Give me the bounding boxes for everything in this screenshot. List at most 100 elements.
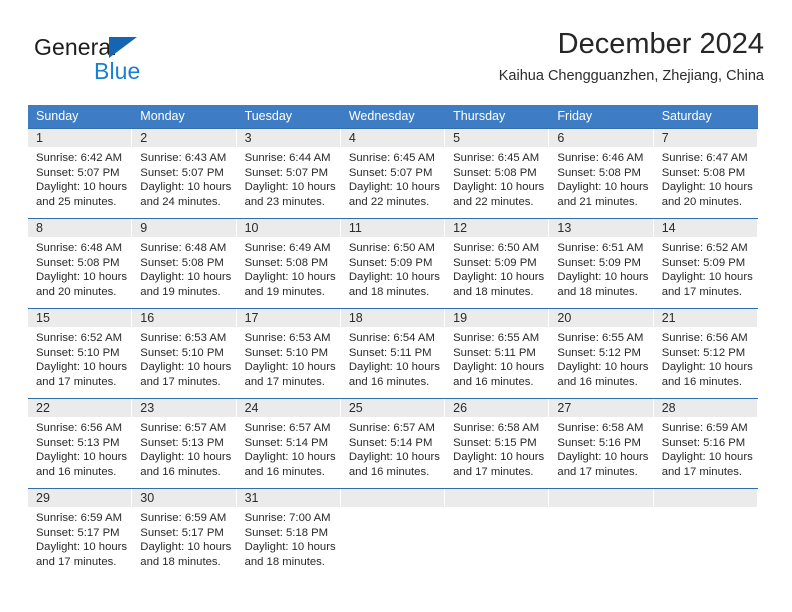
daylight-text-line2: and 25 minutes. xyxy=(36,195,117,208)
day-number: 28 xyxy=(653,399,758,417)
weekday-header-sunday: Sunday xyxy=(28,105,133,129)
day-cell[interactable]: 14 Sunrise: 6:52 AM Sunset: 5:09 PM Dayl… xyxy=(653,218,758,309)
day-cell[interactable]: 30 Sunrise: 6:59 AM Sunset: 5:17 PM Dayl… xyxy=(132,488,237,579)
day-cell[interactable]: 11 Sunrise: 6:50 AM Sunset: 5:09 PM Dayl… xyxy=(340,218,446,309)
sunrise-text: Sunrise: 6:46 AM xyxy=(557,152,644,164)
calendar-page: General Blue December 2024 Kaihua Chengg… xyxy=(0,0,792,612)
sunrise-text: Sunrise: 6:49 AM xyxy=(244,242,331,254)
day-cell[interactable]: 19 Sunrise: 6:55 AM Sunset: 5:11 PM Dayl… xyxy=(445,308,550,399)
day-number: 24 xyxy=(236,399,341,417)
sunset-text: Sunset: 5:13 PM xyxy=(36,436,120,449)
daylight-text-line1: Daylight: 10 hours xyxy=(557,271,649,284)
day-cell[interactable]: 6 Sunrise: 6:46 AM Sunset: 5:08 PM Dayli… xyxy=(549,128,654,219)
day-cell[interactable]: 31 Sunrise: 7:00 AM Sunset: 5:18 PM Dayl… xyxy=(236,488,341,579)
day-cell[interactable]: 23 Sunrise: 6:57 AM Sunset: 5:13 PM Dayl… xyxy=(132,398,237,489)
daylight-text-line2: and 22 minutes. xyxy=(348,195,430,208)
day-number: 21 xyxy=(653,309,758,327)
day-details: Sunrise: 6:57 AM Sunset: 5:13 PM Dayligh… xyxy=(132,417,236,479)
day-cell[interactable]: 8 Sunrise: 6:48 AM Sunset: 5:08 PM Dayli… xyxy=(28,218,133,309)
daylight-text-line2: and 17 minutes. xyxy=(661,465,743,478)
sunrise-text: Sunrise: 6:43 AM xyxy=(140,152,227,164)
daylight-text-line2: and 17 minutes. xyxy=(36,555,117,568)
day-cell[interactable]: 12 Sunrise: 6:50 AM Sunset: 5:09 PM Dayl… xyxy=(445,218,550,309)
sunset-text: Sunset: 5:15 PM xyxy=(453,436,537,449)
day-cell[interactable]: 22 Sunrise: 6:56 AM Sunset: 5:13 PM Dayl… xyxy=(28,398,133,489)
weekday-header-thursday: Thursday xyxy=(445,105,550,129)
day-number: 31 xyxy=(236,489,341,507)
day-number: 6 xyxy=(549,129,654,147)
day-number: 30 xyxy=(132,489,237,507)
daylight-text-line1: Daylight: 10 hours xyxy=(453,271,545,284)
day-cell[interactable]: 21 Sunrise: 6:56 AM Sunset: 5:12 PM Dayl… xyxy=(653,308,758,399)
day-cell[interactable]: 7 Sunrise: 6:47 AM Sunset: 5:08 PM Dayli… xyxy=(653,128,758,219)
weekday-header-tuesday: Tuesday xyxy=(236,105,341,129)
sunrise-text: Sunrise: 6:58 AM xyxy=(557,422,644,434)
sunrise-text: Sunrise: 6:52 AM xyxy=(36,332,123,344)
daylight-text-line2: and 16 minutes. xyxy=(348,465,430,478)
day-details: Sunrise: 6:52 AM Sunset: 5:09 PM Dayligh… xyxy=(654,237,758,299)
sunrise-text: Sunrise: 6:53 AM xyxy=(244,332,331,344)
day-cell[interactable]: 17 Sunrise: 6:53 AM Sunset: 5:10 PM Dayl… xyxy=(236,308,341,399)
daylight-text-line2: and 17 minutes. xyxy=(36,375,117,388)
calendar-body: 1 Sunrise: 6:42 AM Sunset: 5:07 PM Dayli… xyxy=(28,128,758,579)
generalblue-logo[interactable]: General Blue xyxy=(34,34,234,90)
day-cell[interactable]: 29 Sunrise: 6:59 AM Sunset: 5:17 PM Dayl… xyxy=(28,488,133,579)
sunset-text: Sunset: 5:17 PM xyxy=(36,526,120,539)
daylight-text-line2: and 16 minutes. xyxy=(244,465,325,478)
day-cell[interactable]: 13 Sunrise: 6:51 AM Sunset: 5:09 PM Dayl… xyxy=(549,218,654,309)
sunset-text: Sunset: 5:07 PM xyxy=(36,166,120,179)
sunset-text: Sunset: 5:12 PM xyxy=(557,346,641,359)
day-details: Sunrise: 6:47 AM Sunset: 5:08 PM Dayligh… xyxy=(654,147,758,209)
day-details: Sunrise: 6:48 AM Sunset: 5:08 PM Dayligh… xyxy=(132,237,236,299)
daylight-text-line1: Daylight: 10 hours xyxy=(36,451,128,464)
day-cell[interactable]: 5 Sunrise: 6:45 AM Sunset: 5:08 PM Dayli… xyxy=(445,128,550,219)
page-header: General Blue December 2024 Kaihua Chengg… xyxy=(28,26,764,98)
day-number: 15 xyxy=(28,309,133,327)
day-details: Sunrise: 6:46 AM Sunset: 5:08 PM Dayligh… xyxy=(549,147,653,209)
day-cell[interactable]: 20 Sunrise: 6:55 AM Sunset: 5:12 PM Dayl… xyxy=(549,308,654,399)
sunrise-text: Sunrise: 6:42 AM xyxy=(36,152,123,164)
day-details: Sunrise: 6:57 AM Sunset: 5:14 PM Dayligh… xyxy=(341,417,445,479)
daylight-text-line2: and 16 minutes. xyxy=(557,375,638,388)
day-cell[interactable]: 16 Sunrise: 6:53 AM Sunset: 5:10 PM Dayl… xyxy=(132,308,237,399)
daylight-text-line1: Daylight: 10 hours xyxy=(140,271,232,284)
day-cell[interactable]: 18 Sunrise: 6:54 AM Sunset: 5:11 PM Dayl… xyxy=(340,308,446,399)
day-cell[interactable]: 15 Sunrise: 6:52 AM Sunset: 5:10 PM Dayl… xyxy=(28,308,133,399)
sunset-text: Sunset: 5:07 PM xyxy=(140,166,224,179)
day-cell[interactable]: 2 Sunrise: 6:43 AM Sunset: 5:07 PM Dayli… xyxy=(132,128,237,219)
day-details: Sunrise: 6:54 AM Sunset: 5:11 PM Dayligh… xyxy=(341,327,445,389)
day-cell-empty xyxy=(340,488,446,579)
day-cell[interactable]: 10 Sunrise: 6:49 AM Sunset: 5:08 PM Dayl… xyxy=(236,218,341,309)
daylight-text-line2: and 18 minutes. xyxy=(348,285,430,298)
day-cell[interactable]: 9 Sunrise: 6:48 AM Sunset: 5:08 PM Dayli… xyxy=(132,218,237,309)
sunrise-sunset-calendar: Sunday Monday Tuesday Wednesday Thursday… xyxy=(28,105,758,579)
sunset-text: Sunset: 5:08 PM xyxy=(140,256,224,269)
daylight-text-line1: Daylight: 10 hours xyxy=(453,451,545,464)
day-cell[interactable]: 28 Sunrise: 6:59 AM Sunset: 5:16 PM Dayl… xyxy=(653,398,758,489)
day-cell[interactable]: 26 Sunrise: 6:58 AM Sunset: 5:15 PM Dayl… xyxy=(445,398,550,489)
day-number xyxy=(445,489,550,507)
week-row: 29 Sunrise: 6:59 AM Sunset: 5:17 PM Dayl… xyxy=(28,488,758,579)
sunset-text: Sunset: 5:12 PM xyxy=(661,346,746,359)
daylight-text-line1: Daylight: 10 hours xyxy=(348,361,440,374)
sunset-text: Sunset: 5:14 PM xyxy=(244,436,329,449)
daylight-text-line2: and 16 minutes. xyxy=(140,465,221,478)
sunrise-text: Sunrise: 7:00 AM xyxy=(244,512,331,524)
daylight-text-line2: and 18 minutes. xyxy=(557,285,638,298)
title-block: December 2024 Kaihua Chengguanzhen, Zhej… xyxy=(499,26,764,85)
day-cell[interactable]: 27 Sunrise: 6:58 AM Sunset: 5:16 PM Dayl… xyxy=(549,398,654,489)
day-number: 27 xyxy=(549,399,654,417)
day-cell[interactable]: 3 Sunrise: 6:44 AM Sunset: 5:07 PM Dayli… xyxy=(236,128,341,219)
day-cell-empty xyxy=(445,488,550,579)
sunrise-text: Sunrise: 6:56 AM xyxy=(661,332,748,344)
day-number: 10 xyxy=(236,219,341,237)
day-cell[interactable]: 24 Sunrise: 6:57 AM Sunset: 5:14 PM Dayl… xyxy=(236,398,341,489)
sunset-text: Sunset: 5:13 PM xyxy=(140,436,224,449)
sunset-text: Sunset: 5:08 PM xyxy=(661,166,746,179)
day-cell[interactable]: 25 Sunrise: 6:57 AM Sunset: 5:14 PM Dayl… xyxy=(340,398,446,489)
day-details: Sunrise: 6:59 AM Sunset: 5:17 PM Dayligh… xyxy=(132,507,236,569)
daylight-text-line2: and 20 minutes. xyxy=(36,285,117,298)
day-cell[interactable]: 4 Sunrise: 6:45 AM Sunset: 5:07 PM Dayli… xyxy=(340,128,446,219)
day-cell[interactable]: 1 Sunrise: 6:42 AM Sunset: 5:07 PM Dayli… xyxy=(28,128,133,219)
sunset-text: Sunset: 5:17 PM xyxy=(140,526,224,539)
